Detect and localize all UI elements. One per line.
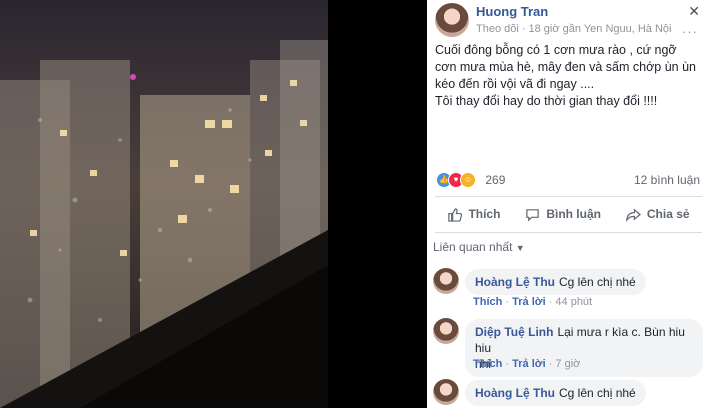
post-panel: Huong Tran Theo dõi · 18 giờ gần Yen Nguu,… xyxy=(427,0,710,408)
commenter-name[interactable]: Hoàng Lệ Thu xyxy=(475,386,555,400)
reaction-count: 269 xyxy=(485,173,506,187)
comment-time[interactable]: 7 giờ xyxy=(555,358,580,370)
sort-label: Liên quan nhất xyxy=(433,240,513,254)
author-name[interactable]: Huong Tran xyxy=(476,4,548,19)
comment-icon xyxy=(526,208,540,222)
comment-count[interactable]: 12 bình luận xyxy=(634,173,700,187)
comment-bubble: Hoàng Lệ Thu Cg lên chị nhé xyxy=(465,269,646,295)
commenter-name[interactable]: Diệp Tuệ Linh xyxy=(475,325,553,339)
comment-reply-link[interactable]: Trả lời xyxy=(512,296,546,308)
post-meta: Theo dõi · 18 giờ gần Yen Nguu, Hà Nội xyxy=(476,23,672,35)
action-bar: Thích Bình luận Chia sẻ xyxy=(435,203,702,225)
comment-item: Hoàng Lệ Thu Cg lên chị nhé xyxy=(433,379,703,408)
haha-reaction-icon: ☺ xyxy=(460,172,476,188)
comment-like-link[interactable]: Thích xyxy=(473,358,502,370)
like-icon xyxy=(448,207,463,222)
comment-button[interactable]: Bình luận xyxy=(525,207,601,222)
like-button[interactable]: Thích xyxy=(447,207,500,222)
comment-text: Cg lên chị nhé xyxy=(559,386,636,400)
post-text-line: Cuối đông bỗng có 1 cơn mưa rào , cứ ngỡ… xyxy=(435,43,696,91)
follow-link[interactable]: Theo dõi xyxy=(476,23,519,35)
post-text-line: Tôi thay đổi hay do thời gian thay đổi !… xyxy=(435,94,658,108)
comment-item: Diệp Tuệ Linh Lại mưa r kìa c. Bùn hiu hi… xyxy=(433,318,703,377)
comment-item: Hoàng Lệ Thu Cg lên chị nhé Thích · Trả l… xyxy=(433,268,703,313)
comment-text: Cg lên chị nhé xyxy=(559,275,636,289)
reactions-summary[interactable]: 👍 ♥ ☺ 269 xyxy=(436,172,505,188)
comment-meta: Thích · Trả lời · 44 phút xyxy=(473,296,593,308)
photo-viewer xyxy=(0,0,427,408)
rain-window-photo xyxy=(0,40,328,408)
share-icon xyxy=(626,208,641,222)
commenter-avatar[interactable] xyxy=(433,318,459,344)
more-icon[interactable]: ··· xyxy=(682,24,698,39)
comment-time[interactable]: 44 phút xyxy=(555,296,592,308)
commenter-avatar[interactable] xyxy=(433,379,459,405)
comment-sort-dropdown[interactable]: Liên quan nhất ▼ xyxy=(433,240,525,254)
share-button[interactable]: Chia sẻ xyxy=(626,207,690,222)
divider xyxy=(435,232,702,233)
post-photo[interactable] xyxy=(0,0,328,408)
post-time[interactable]: 18 giờ xyxy=(528,23,559,35)
share-label: Chia sẻ xyxy=(646,207,690,221)
like-label: Thích xyxy=(468,207,501,221)
comment-bubble: Hoàng Lệ Thu Cg lên chị nhé xyxy=(465,380,646,406)
divider xyxy=(435,196,702,197)
author-avatar[interactable] xyxy=(435,3,469,37)
commenter-avatar[interactable] xyxy=(433,268,459,294)
close-icon[interactable]: ✕ xyxy=(688,3,700,20)
comment-meta: Thích · Trả lời · 7 giờ xyxy=(473,358,581,370)
comment-reply-link[interactable]: Trả lời xyxy=(512,358,546,370)
comment-like-link[interactable]: Thích xyxy=(473,296,502,308)
post-stats: 👍 ♥ ☺ 269 12 bình luận xyxy=(436,172,700,190)
post-text: Cuối đông bỗng có 1 cơn mưa rào , cứ ngỡ… xyxy=(435,42,700,110)
comment-label: Bình luận xyxy=(546,207,601,221)
chevron-down-icon: ▼ xyxy=(515,243,525,253)
commenter-name[interactable]: Hoàng Lệ Thu xyxy=(475,275,555,289)
post-location[interactable]: gần Yen Nguu, Hà Nội xyxy=(563,23,672,35)
